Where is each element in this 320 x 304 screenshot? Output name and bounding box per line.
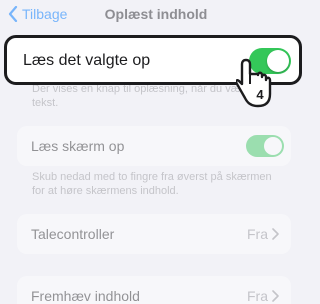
toggle-knob xyxy=(264,137,282,155)
highlight-content-label: Fremhæv indhold xyxy=(31,288,140,304)
talecontroller-value: Fra xyxy=(247,226,279,242)
chevron-right-icon xyxy=(272,228,279,240)
tap-hand-icon xyxy=(236,58,272,108)
highlight-content-value: Fra xyxy=(247,288,279,304)
step-number: 4 xyxy=(256,87,264,102)
navigation-bar: Tilbage Oplæst indhold xyxy=(0,0,308,30)
talecontroller-row[interactable]: Talecontroller Fra xyxy=(17,214,291,254)
speak-screen-toggle[interactable] xyxy=(246,135,284,157)
talecontroller-value-text: Fra xyxy=(247,226,268,242)
highlight-content-value-text: Fra xyxy=(247,288,268,304)
chevron-right-icon xyxy=(272,290,279,302)
page-title: Oplæst indhold xyxy=(104,6,208,22)
speak-screen-label: Læs skærm op xyxy=(31,138,125,154)
speak-screen-row[interactable]: Læs skærm op xyxy=(17,126,291,166)
screen: Tilbage Oplæst indhold Der vises en knap… xyxy=(0,0,308,304)
highlight-content-row[interactable]: Fremhæv indhold Fra xyxy=(17,276,291,304)
speak-selection-label: Læs det valgte op xyxy=(23,52,151,69)
talecontroller-label: Talecontroller xyxy=(31,226,115,242)
speak-screen-footnote: Skub nedad med to fingre fra øverst på s… xyxy=(32,171,272,197)
